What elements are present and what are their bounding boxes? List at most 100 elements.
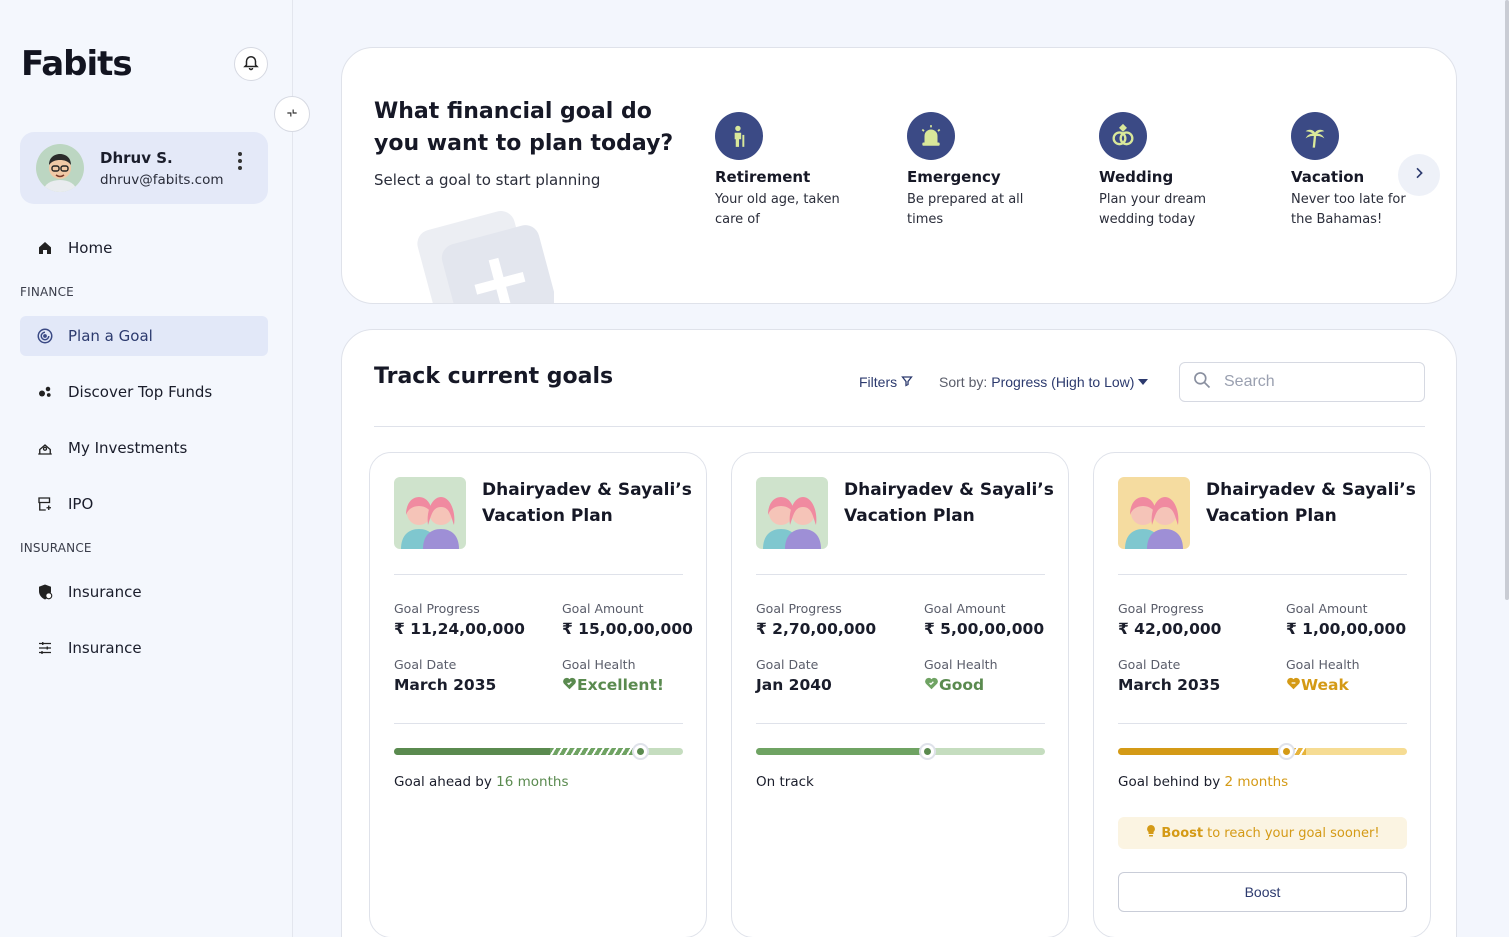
- stat-label: Goal Amount: [1286, 601, 1368, 616]
- goal-health-stat: Goal Health Weak: [1286, 657, 1360, 694]
- progress-fill: [756, 748, 927, 755]
- chevron-right-icon: [1411, 165, 1427, 185]
- sidebar-item-my-investments[interactable]: My Investments: [20, 428, 268, 468]
- divider: [374, 426, 1425, 427]
- sidebar-item-plan-a-goal[interactable]: Plan a Goal: [20, 316, 268, 356]
- finance-section-label: FINANCE: [20, 285, 74, 299]
- home-icon: [36, 239, 54, 257]
- rings-icon: [1099, 112, 1147, 160]
- sidebar-item-label: Insurance: [68, 639, 142, 657]
- siren-icon: [907, 112, 955, 160]
- stat-label: Goal Date: [394, 657, 457, 672]
- sort-by-value: Progress (High to Low): [991, 374, 1135, 390]
- banner-subtitle: Select a goal to start planning: [374, 171, 601, 189]
- search-input[interactable]: [1224, 373, 1404, 391]
- notification-bell-button[interactable]: [234, 47, 268, 81]
- boost-tip-banner: Boost to reach your goal sooner!: [1118, 817, 1407, 849]
- heart-minus-icon: [1286, 676, 1301, 694]
- stat-value: ₹ 42,00,000: [1118, 620, 1222, 638]
- sliders-icon: [36, 639, 54, 657]
- goal-card[interactable]: Dhairyadev & Sayali’s Vacation Plan Goal…: [1093, 452, 1431, 937]
- goal-date-stat: Goal Date Jan 2040: [756, 657, 832, 694]
- lightbulb-icon: [1145, 824, 1157, 842]
- search-box[interactable]: [1179, 362, 1425, 402]
- heart-check-icon: [924, 676, 939, 694]
- divider: [756, 723, 1045, 724]
- sidebar-item-home[interactable]: Home: [20, 228, 268, 268]
- caret-down-icon: [1138, 374, 1149, 390]
- stat-label: Goal Date: [756, 657, 819, 672]
- filters-button[interactable]: Filters: [859, 374, 913, 390]
- goal-option-name: Wedding: [1099, 168, 1174, 186]
- stat-label: Goal Progress: [394, 601, 480, 616]
- goal-card[interactable]: Dhairyadev & Sayali’s Vacation Plan Goal…: [369, 452, 707, 937]
- progress-knob: [631, 743, 649, 760]
- goal-option-name: Emergency: [907, 168, 1001, 186]
- sidebar-item-discover-top-funds[interactable]: Discover Top Funds: [20, 372, 268, 412]
- status-text: On track: [756, 774, 814, 790]
- goal-option-retirement[interactable]: Retirement Your old age, taken care of: [715, 112, 885, 230]
- user-email: dhruv@fabits.com: [100, 172, 224, 188]
- goal-title: Dhairyadev & Sayali’s Vacation Plan: [482, 480, 692, 526]
- status-highlight: 16 months: [496, 774, 569, 790]
- stat-value: Excellent!: [562, 676, 664, 694]
- goal-status: Goal behind by 2 months: [1118, 774, 1288, 790]
- sidebar-item-insurance[interactable]: Insurance: [20, 572, 268, 612]
- progress-knob: [918, 743, 936, 760]
- search-icon: [1192, 370, 1212, 394]
- goal-option-wedding[interactable]: Wedding Plan your dream wedding today: [1099, 112, 1269, 230]
- sidebar-item-ipo[interactable]: IPO: [20, 484, 268, 524]
- goal-date-stat: Goal Date March 2035: [394, 657, 496, 694]
- progress-knob: [1277, 743, 1295, 760]
- bell-icon: [242, 53, 260, 75]
- goal-amount-stat: Goal Amount ₹ 5,00,00,000: [924, 601, 1044, 638]
- goal-health-stat: Goal Health Excellent!: [562, 657, 664, 694]
- goal-option-desc: Never too late for the Bahamas!: [1291, 192, 1406, 227]
- page-scrollbar[interactable]: [1505, 0, 1509, 600]
- divider: [394, 723, 683, 724]
- stat-label: Goal Health: [562, 657, 636, 672]
- stat-label: Goal Amount: [924, 601, 1006, 616]
- goal-progress-bar: [1118, 743, 1407, 760]
- stat-value: ₹ 15,00,00,000: [562, 620, 693, 638]
- collapse-sidebar-button[interactable]: [274, 96, 310, 132]
- sidebar-item-insurance-settings[interactable]: Insurance: [20, 628, 268, 668]
- bubbles-icon: [36, 383, 54, 401]
- track-goals-section: Track current goals Filters Sort by: Pro…: [341, 329, 1457, 937]
- next-goals-button[interactable]: [1398, 154, 1440, 196]
- sort-by-label: Sort by:: [939, 374, 988, 390]
- stat-value: ₹ 5,00,00,000: [924, 620, 1045, 638]
- more-options-icon[interactable]: [236, 152, 244, 172]
- progress-fill: [1118, 748, 1286, 755]
- user-profile-card[interactable]: Dhruv S. dhruv@fabits.com: [20, 132, 268, 204]
- track-goals-title: Track current goals: [374, 364, 614, 389]
- stat-label: Goal Health: [924, 657, 998, 672]
- elder-icon: [715, 112, 763, 160]
- goal-card[interactable]: Dhairyadev & Sayali’s Vacation Plan Goal…: [731, 452, 1069, 937]
- couple-icon: [756, 477, 828, 549]
- shield-icon: [36, 583, 54, 601]
- investment-hand-icon: [36, 439, 54, 457]
- stat-label: Goal Progress: [1118, 601, 1204, 616]
- goal-health-stat: Goal Health Good: [924, 657, 998, 694]
- user-name: Dhruv S.: [100, 149, 173, 167]
- stat-label: Goal Health: [1286, 657, 1360, 672]
- status-text: Goal behind by: [1118, 774, 1225, 790]
- status-text: Goal ahead by: [394, 774, 497, 790]
- insurance-section-label: INSURANCE: [20, 541, 92, 555]
- boost-tip-bold: Boost: [1161, 825, 1204, 841]
- sort-by-dropdown[interactable]: Sort by: Progress (High to Low): [939, 374, 1149, 390]
- goal-option-emergency[interactable]: Emergency Be prepared at all times: [907, 112, 1077, 230]
- fabits-logo[interactable]: Fabits: [21, 44, 133, 84]
- sidebar-item-label: Home: [68, 239, 113, 257]
- sidebar-item-label: My Investments: [68, 439, 188, 457]
- goal-option-desc: Your old age, taken care of: [715, 192, 840, 227]
- goal-date-stat: Goal Date March 2035: [1118, 657, 1220, 694]
- goal-progress-stat: Goal Progress ₹ 42,00,000: [1118, 601, 1221, 638]
- boost-button[interactable]: Boost: [1118, 872, 1407, 912]
- filters-label: Filters: [859, 374, 898, 390]
- couple-icon: [1118, 477, 1190, 549]
- stat-value: March 2035: [1118, 676, 1221, 694]
- stat-value: ₹ 11,24,00,000: [394, 620, 525, 638]
- palm-tree-icon: [1291, 112, 1339, 160]
